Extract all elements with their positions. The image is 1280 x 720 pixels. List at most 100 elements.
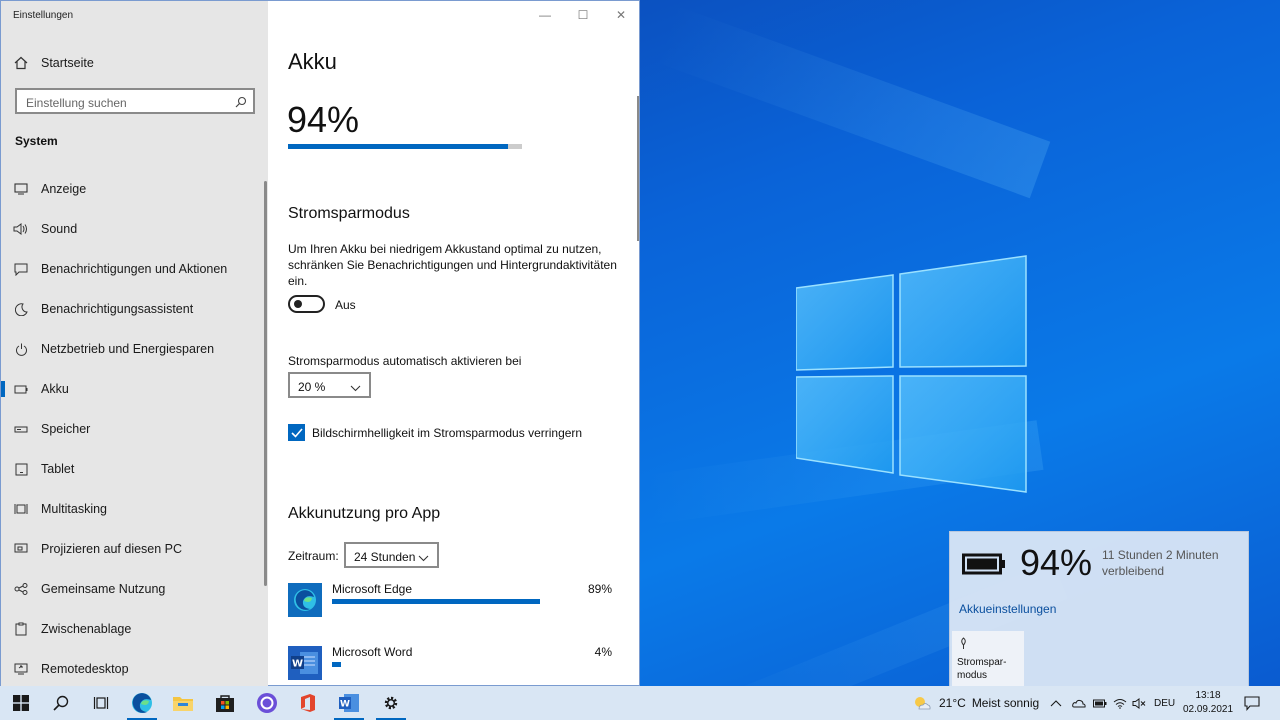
- period-dropdown[interactable]: 24 Stunden: [344, 542, 439, 568]
- tray-wifi[interactable]: [1113, 686, 1127, 720]
- home-icon: [1, 56, 41, 70]
- battery-icon: [1093, 699, 1107, 707]
- tray-battery[interactable]: [1093, 686, 1107, 720]
- taskbar-store[interactable]: [204, 686, 246, 720]
- moon-icon: [1, 302, 41, 316]
- storage-icon: [1, 425, 41, 434]
- taskbar: W 21°C Meist sonnig DEU 13:18 02.09.2021: [0, 686, 1280, 720]
- saver-description: Um Ihren Akku bei niedrigem Akkustand op…: [288, 242, 617, 288]
- taskbar-office[interactable]: [287, 686, 329, 720]
- chevron-up-icon: [1050, 700, 1062, 707]
- usage-heading: Akkunutzung pro App: [288, 505, 441, 522]
- taskbar-app-purple[interactable]: [246, 686, 288, 720]
- app-percent: 89%: [587, 582, 612, 596]
- leaf-icon: [959, 637, 968, 655]
- tray-chevron[interactable]: [1050, 686, 1062, 720]
- main-content: Akku 94% Stromsparmodus Um Ihren Akku be…: [268, 1, 640, 687]
- tray-onedrive[interactable]: [1072, 686, 1086, 720]
- flyout-battery-percent: 94%: [1020, 542, 1093, 583]
- remaining-time: 11 Stunden 2 Minuten: [1102, 548, 1219, 562]
- sidebar-item-label: Sound: [41, 222, 78, 236]
- sidebar-item-anzeige[interactable]: Anzeige: [1, 169, 268, 209]
- dropdown-value: 24 Stunden: [354, 550, 416, 564]
- sidebar-item-sound[interactable]: Sound: [1, 209, 268, 249]
- sidebar-item-label: Benachrichtigungen und Aktionen: [41, 262, 228, 276]
- weather-widget[interactable]: 21°C Meist sonnig: [913, 686, 1039, 720]
- windows-logo-wallpaper: [796, 255, 1027, 493]
- period-label: Zeitraum:: [288, 549, 339, 563]
- sidebar-item-multitasking[interactable]: Multitasking: [1, 489, 268, 529]
- sidebar-item-netzbetrieb[interactable]: Netzbetrieb und Energiesparen: [1, 329, 268, 369]
- sidebar-item-label: Startseite: [41, 56, 94, 70]
- app-percent: 4%: [594, 645, 612, 659]
- word-icon: W: [288, 646, 322, 680]
- svg-text:W: W: [292, 659, 303, 670]
- app-usage-bar: [332, 662, 341, 667]
- auto-saver-label: Stromsparmodus automatisch aktivieren be…: [288, 354, 522, 368]
- sidebar-item-label: Gemeinsame Nutzung: [41, 582, 166, 596]
- search-input[interactable]: Einstellung suchen: [15, 88, 255, 114]
- start-button[interactable]: [0, 686, 42, 720]
- sidebar-item-label: Anzeige: [41, 182, 87, 196]
- sidebar-item-label: Speicher: [41, 422, 91, 436]
- brightness-checkbox[interactable]: [288, 424, 305, 441]
- store-icon: [216, 695, 234, 712]
- app-icon: [257, 693, 277, 713]
- checkmark-icon: [290, 427, 303, 438]
- battery-icon: [962, 553, 1006, 580]
- saver-toggle[interactable]: [288, 295, 325, 313]
- sidebar-item-akku[interactable]: Akku: [1, 369, 268, 409]
- sidebar-item-benachrichtigungen[interactable]: Benachrichtigungen und Aktionen: [1, 249, 268, 289]
- sidebar-item-label: Tablet: [41, 462, 75, 476]
- sidebar-item-speicher[interactable]: Speicher: [1, 409, 268, 449]
- volume-muted-icon: [1132, 697, 1146, 709]
- search-button[interactable]: [40, 686, 82, 720]
- notification-icon: [1244, 695, 1260, 711]
- notification-icon: [1, 263, 41, 276]
- clock-date: 02.09.2021: [1182, 704, 1234, 715]
- sidebar: Einstellungen Startseite Einstellung suc…: [1, 1, 268, 687]
- auto-saver-dropdown[interactable]: 20 %: [288, 372, 371, 398]
- sidebar-item-label: Benachrichtigungsassistent: [41, 302, 194, 316]
- sidebar-item-projizieren[interactable]: Projizieren auf diesen PC: [1, 529, 268, 569]
- clock[interactable]: 13:18 02.09.2021: [1180, 686, 1236, 720]
- share-icon: [1, 583, 41, 595]
- sidebar-item-label: Multitasking: [41, 502, 107, 516]
- sidebar-item-label: Remotedesktop: [41, 662, 129, 676]
- taskbar-explorer[interactable]: [162, 686, 204, 720]
- language-indicator[interactable]: DEU: [1154, 686, 1175, 720]
- battery-flyout: 94% 11 Stunden 2 Minuten verbleibend Akk…: [949, 531, 1249, 688]
- taskbar-word[interactable]: W: [328, 686, 370, 720]
- sidebar-item-benachrichtigungsassistent[interactable]: Benachrichtigungsassistent: [1, 289, 268, 329]
- battery-percent: 94%: [287, 99, 360, 140]
- saver-tile-label: modus: [957, 670, 988, 681]
- remaining-label: verbleibend: [1102, 564, 1165, 578]
- multitasking-icon: [1, 503, 41, 515]
- window-title: Einstellungen: [13, 10, 74, 21]
- chevron-down-icon: [350, 381, 361, 395]
- sidebar-item-label: Projizieren auf diesen PC: [41, 542, 183, 556]
- search-icon: [235, 95, 247, 113]
- svg-text:W: W: [340, 700, 350, 710]
- edge-icon: [288, 583, 322, 617]
- battery-progress-fill: [288, 144, 508, 149]
- office-icon: [301, 694, 315, 712]
- content-scrollbar[interactable]: [637, 96, 639, 241]
- power-icon: [1, 343, 41, 356]
- battery-settings-link[interactable]: Akkueinstellungen: [959, 602, 1056, 616]
- sidebar-item-tablet[interactable]: Tablet: [1, 449, 268, 489]
- sidebar-item-home[interactable]: Startseite: [1, 43, 268, 83]
- sidebar-item-gemeinsame-nutzung[interactable]: Gemeinsame Nutzung: [1, 569, 268, 609]
- sidebar-item-remotedesktop[interactable]: Remotedesktop: [1, 649, 268, 689]
- task-view-button[interactable]: [80, 686, 122, 720]
- sound-icon: [1, 223, 41, 235]
- taskbar-settings[interactable]: [370, 686, 412, 720]
- sidebar-scrollbar[interactable]: [264, 181, 267, 586]
- cloud-icon: [1072, 699, 1086, 707]
- sidebar-item-zwischenablage[interactable]: Zwischenablage: [1, 609, 268, 649]
- action-center-button[interactable]: [1244, 686, 1260, 720]
- app-usage-bar: [332, 599, 540, 604]
- tray-volume[interactable]: [1132, 686, 1146, 720]
- battery-saver-tile[interactable]: Stromspar- modus: [952, 631, 1024, 686]
- taskbar-edge[interactable]: [121, 686, 163, 720]
